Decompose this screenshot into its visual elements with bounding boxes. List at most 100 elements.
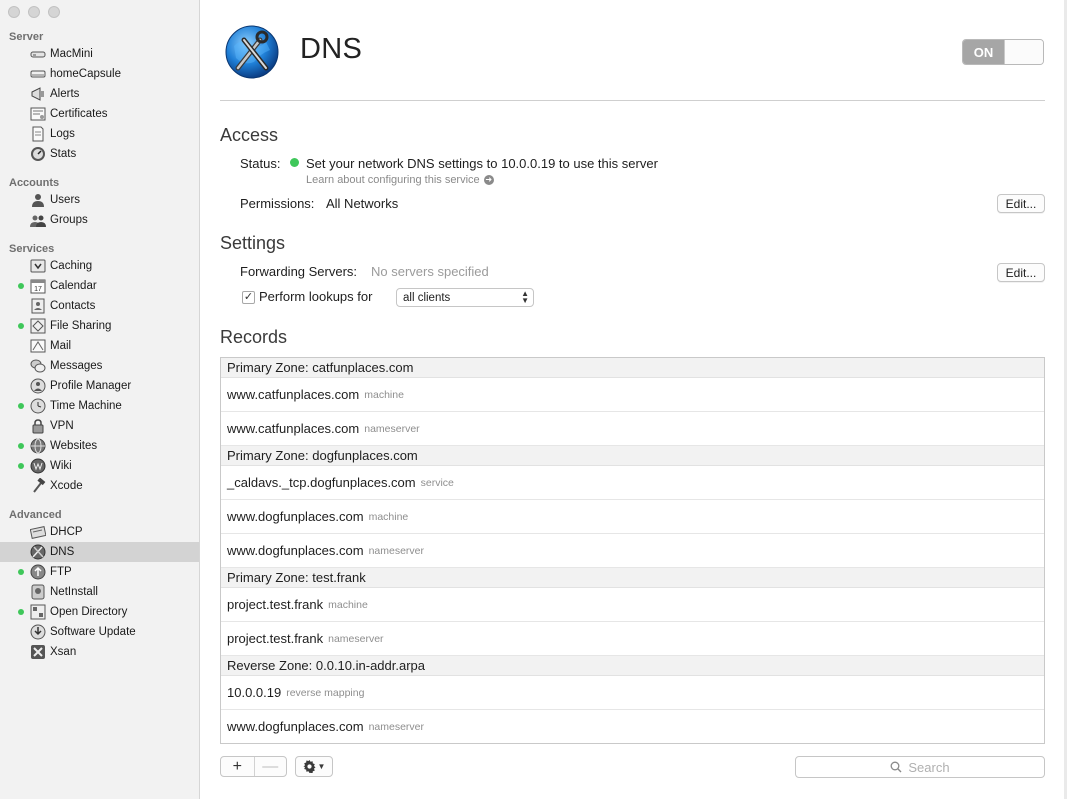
header-divider [220,100,1045,101]
record-name: www.catfunplaces.com [227,387,360,402]
window-controls [8,6,60,18]
forwarding-servers-label: Forwarding Servers: [240,264,358,279]
record-name: www.dogfunplaces.com [227,719,364,734]
sidebar-item-label: Websites [50,440,98,452]
sidebar-item-open-directory[interactable]: Open Directory [0,602,199,622]
zone-header-row[interactable]: Primary Zone: test.frank [221,568,1044,588]
record-row[interactable]: 10.0.0.19 reverse mapping [221,676,1044,710]
zone-header-row[interactable]: Primary Zone: catfunplaces.com [221,358,1044,378]
learn-link[interactable]: Learn about configuring this service ➜ [306,174,494,186]
sidebar-item-ftp[interactable]: FTP [0,562,199,582]
sidebar-item-label: Caching [50,260,93,272]
record-row[interactable]: project.test.frank machine [221,588,1044,622]
sidebar-item-label: NetInstall [50,586,98,598]
dns-icon [29,544,46,560]
record-type: machine [328,598,368,611]
sidebar-item-alerts[interactable]: Alerts [0,84,199,104]
forwarding-edit-button[interactable]: Edit... [997,263,1045,282]
service-running-indicator [18,403,24,409]
record-type: service [420,476,454,489]
sidebar-item-profile-manager[interactable]: Profile Manager [0,376,199,396]
perform-lookups-label: Perform lookups for [259,289,373,304]
sidebar-item-label: MacMini [50,48,93,60]
sidebar-item-macmini[interactable]: MacMini [0,44,199,64]
lookups-scope-select[interactable]: all clients ▲ ▼ [396,288,534,307]
records-heading: Records [220,327,288,347]
arrow-right-circle-icon[interactable]: ➜ [483,175,494,185]
sidebar-item-file-sharing[interactable]: File Sharing [0,316,199,336]
learn-link-text[interactable]: Learn about configuring this service [306,174,480,186]
add-record-button[interactable]: + [221,757,254,776]
sidebar-item-messages[interactable]: Messages [0,356,199,376]
gear-icon [303,760,316,773]
select-arrows-icon: ▲ ▼ [521,289,529,305]
certificate-icon [29,106,46,122]
records-table[interactable]: Primary Zone: catfunplaces.com www.catfun… [220,357,1045,744]
sidebar-item-users[interactable]: Users [0,190,199,210]
sidebar-item-label: FTP [50,566,72,578]
sidebar-item-contacts[interactable]: Contacts [0,296,199,316]
add-remove-control: + — [220,756,287,777]
service-toggle[interactable]: ON [962,39,1044,65]
contacts-icon [29,298,46,314]
perform-lookups-checkbox[interactable]: ✓ [242,291,255,304]
close-window-button[interactable] [8,6,20,18]
zone-header-row[interactable]: Reverse Zone: 0.0.10.in-addr.arpa [221,656,1044,676]
permissions-edit-button[interactable]: Edit... [997,194,1045,213]
sidebar-item-label: File Sharing [50,320,112,332]
sidebar-item-dns[interactable]: DNS [0,542,199,562]
hammer-icon [29,478,46,494]
sidebar-item-time-machine[interactable]: Time Machine [0,396,199,416]
sidebar-item-wiki[interactable]: Wiki [0,456,199,476]
netinstall-icon [29,584,46,600]
search-field[interactable]: Search [795,756,1045,778]
sidebar-item-certificates[interactable]: Certificates [0,104,199,124]
sidebar-item-stats[interactable]: Stats [0,144,199,164]
sidebar-item-caching[interactable]: Caching [0,256,199,276]
minimize-window-button[interactable] [28,6,40,18]
sidebar-item-label: Certificates [50,108,108,120]
toggle-knob [1004,40,1043,64]
sidebar-item-label: Contacts [50,300,96,312]
file-sharing-icon [29,318,46,334]
search-icon [890,761,902,773]
sidebar-item-dhcp[interactable]: DHCP [0,522,199,542]
sidebar-item-calendar[interactable]: 17 Calendar [0,276,199,296]
record-row[interactable]: www.dogfunplaces.com nameserver [221,710,1044,743]
sidebar-item-software-update[interactable]: Software Update [0,622,199,642]
sidebar-item-websites[interactable]: Websites [0,436,199,456]
action-menu-button[interactable]: ▼ [295,756,333,777]
forwarding-servers-value: No servers specified [371,264,489,279]
sidebar-item-netinstall[interactable]: NetInstall [0,582,199,602]
record-name: www.dogfunplaces.com [227,509,364,524]
sidebar-item-xsan[interactable]: Xsan [0,642,199,662]
record-type: nameserver [364,422,420,435]
zoom-window-button[interactable] [48,6,60,18]
record-row[interactable]: www.catfunplaces.com machine [221,378,1044,412]
record-name: www.dogfunplaces.com [227,543,364,558]
remove-record-button[interactable]: — [253,757,287,776]
sidebar-item-mail[interactable]: Mail [0,336,199,356]
record-name: www.catfunplaces.com [227,421,360,436]
sidebar-item-label: Groups [50,214,88,226]
record-row[interactable]: _caldavs._tcp.dogfunplaces.com service [221,466,1044,500]
zone-header-label: Reverse Zone: 0.0.10.in-addr.arpa [227,658,426,673]
svg-text:17: 17 [34,286,42,293]
sidebar-item-label: Software Update [50,626,136,638]
sidebar-item-label: Alerts [50,88,80,100]
record-row[interactable]: www.catfunplaces.com nameserver [221,412,1044,446]
profile-manager-icon [29,378,46,394]
megaphone-icon [29,86,46,102]
zone-header-row[interactable]: Primary Zone: dogfunplaces.com [221,446,1044,466]
sidebar-item-xcode[interactable]: Xcode [0,476,199,496]
software-update-icon [29,624,46,640]
record-row[interactable]: www.dogfunplaces.com machine [221,500,1044,534]
sidebar-item-homecapsule[interactable]: homeCapsule [0,64,199,84]
record-row[interactable]: project.test.frank nameserver [221,622,1044,656]
sidebar-item-vpn[interactable]: VPN [0,416,199,436]
service-running-indicator [18,443,24,449]
sidebar-item-logs[interactable]: Logs [0,124,199,144]
mac-mini-icon [29,46,46,62]
sidebar-item-groups[interactable]: Groups [0,210,199,230]
record-row[interactable]: www.dogfunplaces.com nameserver [221,534,1044,568]
